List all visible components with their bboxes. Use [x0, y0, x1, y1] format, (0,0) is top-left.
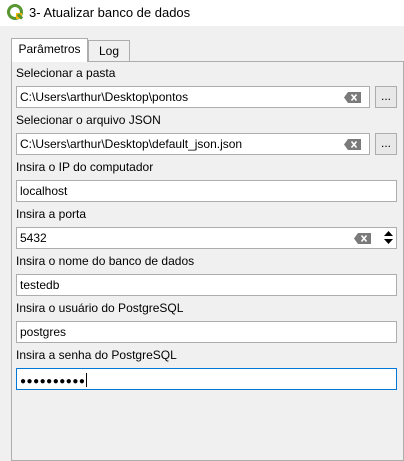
password-value: ●●●●●●●●●● [20, 373, 88, 387]
browse-folder-label: ... [380, 89, 391, 103]
db-name-field[interactable]: testedb [16, 274, 397, 296]
tab-log-label: Log [98, 44, 120, 58]
browse-json-button[interactable]: ... [375, 133, 397, 155]
db-name-value: testedb [20, 278, 60, 292]
browse-json-label: ... [380, 136, 391, 150]
ip-field[interactable]: localhost [16, 180, 397, 202]
port-spinbox[interactable]: 5432 [16, 227, 397, 249]
json-file-value: C:\Users\arthur\Desktop\default_json.jso… [20, 137, 243, 151]
db-name-label: Insira o nome do banco de dados [16, 254, 195, 268]
browse-folder-button[interactable]: ... [375, 86, 397, 108]
user-value: postgres [20, 325, 67, 339]
tab-parametros-label: Parâmetros [18, 42, 81, 56]
password-label: Insira a senha do PostgreSQL [16, 348, 177, 362]
text-caret [86, 373, 88, 387]
password-field[interactable]: ●●●●●●●●●● [16, 368, 397, 390]
title-bar: 3- Atualizar banco de dados [0, 0, 404, 26]
ip-value: localhost [20, 184, 68, 198]
tab-parametros[interactable]: Parâmetros [11, 38, 88, 62]
user-label: Insira o usuário do PostgreSQL [16, 301, 184, 315]
qgis-icon [7, 4, 24, 20]
arrow-down-icon[interactable] [384, 239, 393, 244]
folder-label: Selecionar a pasta [16, 66, 116, 80]
clear-icon[interactable] [354, 233, 371, 244]
folder-field[interactable]: C:\Users\arthur\Desktop\pontos [16, 86, 370, 108]
user-field[interactable]: postgres [16, 321, 397, 343]
port-value: 5432 [20, 231, 47, 245]
window-title: 3- Atualizar banco de dados [29, 5, 191, 20]
port-label: Insira a porta [16, 207, 87, 221]
arrow-up-icon[interactable] [384, 231, 393, 236]
clear-icon[interactable] [344, 139, 361, 150]
json-file-field[interactable]: C:\Users\arthur\Desktop\default_json.jso… [16, 133, 370, 155]
port-stepper[interactable] [381, 228, 397, 247]
folder-value: C:\Users\arthur\Desktop\pontos [20, 90, 189, 104]
json-file-label: Selecionar o arquivo JSON [16, 113, 161, 127]
clear-icon[interactable] [344, 92, 361, 103]
tab-log[interactable]: Log [88, 40, 130, 62]
ip-label: Insira o IP do computador [16, 160, 154, 174]
